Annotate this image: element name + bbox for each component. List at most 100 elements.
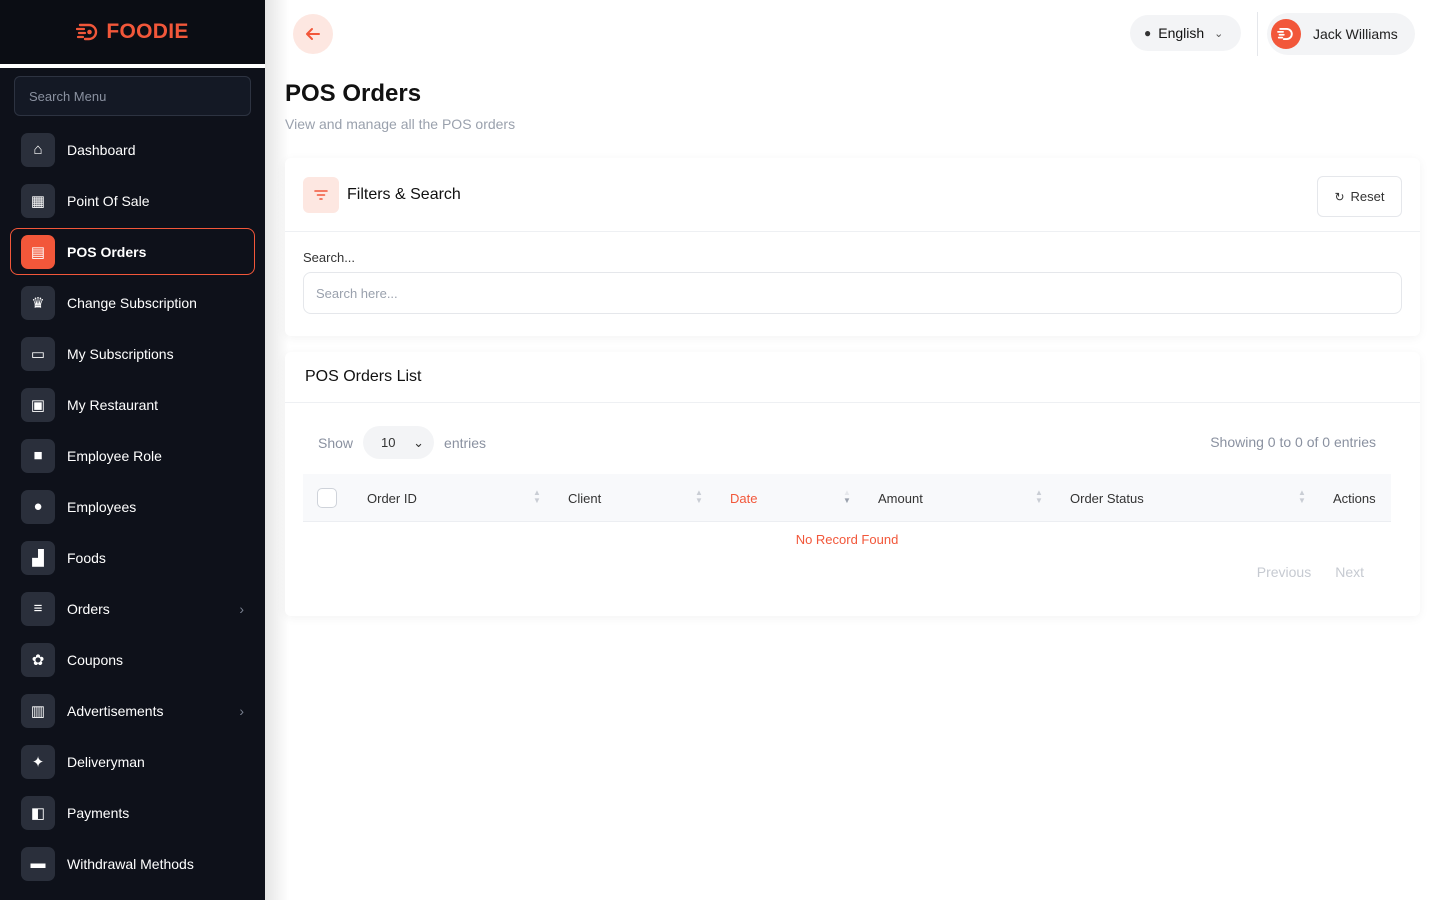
sidebar-item-label: Deliveryman bbox=[67, 753, 145, 770]
sidebar-item-label: Foods bbox=[67, 549, 106, 566]
card-icon: ▬ bbox=[21, 846, 55, 881]
filters-title: Filters & Search bbox=[347, 185, 461, 203]
column-label: Order Status bbox=[1070, 490, 1144, 506]
main-content: ● English ⌄ Jack Williams POS Orders Vie… bbox=[265, 0, 1440, 900]
sidebar-item-point-of-sale[interactable]: ▦ Point Of Sale bbox=[10, 177, 255, 224]
orders-list-card: POS Orders List Show 10 ⌄ entries Showin… bbox=[285, 352, 1420, 616]
table-header: Order ID ▲ ▼ Client ▲ ▼ Date ▲ ▼ Amount ▲ ▼ … bbox=[303, 474, 1391, 522]
user-menu[interactable]: Jack Williams bbox=[1267, 13, 1415, 55]
avatar bbox=[1271, 19, 1301, 49]
next-button[interactable]: Next bbox=[1335, 564, 1364, 580]
column-label: Actions bbox=[1333, 490, 1376, 506]
foodie-logo-icon bbox=[76, 23, 98, 41]
reset-label: Reset bbox=[1350, 189, 1385, 204]
filter-lines-icon bbox=[314, 189, 328, 200]
entries-value: 10 bbox=[381, 435, 396, 450]
show-label: Show bbox=[318, 434, 354, 451]
sidebar-item-label: POS Orders bbox=[67, 243, 147, 260]
calculator-icon: ▦ bbox=[21, 183, 55, 218]
column-actions: Actions bbox=[1333, 474, 1376, 522]
back-button[interactable] bbox=[293, 14, 333, 54]
column-order-status[interactable]: Order Status bbox=[1070, 474, 1144, 522]
sidebar-item-label: Dashboard bbox=[67, 141, 136, 158]
search-input[interactable] bbox=[303, 272, 1402, 314]
sidebar-item-payments[interactable]: ◧ Payments bbox=[10, 789, 255, 836]
column-label: Client bbox=[568, 490, 602, 506]
column-client[interactable]: Client bbox=[568, 474, 601, 522]
column-order-id[interactable]: Order ID bbox=[367, 474, 417, 522]
sidebar-item-dashboard[interactable]: ⌂ Dashboard bbox=[10, 126, 255, 173]
brand-logo[interactable]: FOODIE bbox=[0, 0, 265, 64]
sidebar-item-change-subscription[interactable]: ♛ Change Subscription bbox=[10, 279, 255, 326]
sort-icon: ▲ ▼ bbox=[695, 488, 703, 505]
user-icon: ● bbox=[21, 489, 55, 524]
pagination: Previous Next bbox=[1257, 564, 1364, 580]
sidebar-item-advertisements[interactable]: ▥ Advertisements › bbox=[10, 687, 255, 734]
chevron-right-icon: › bbox=[239, 600, 244, 617]
globe-icon: ● bbox=[1144, 26, 1152, 40]
language-selector[interactable]: ● English ⌄ bbox=[1130, 15, 1241, 51]
sidebar-item-label: Payments bbox=[67, 804, 130, 821]
sidebar-item-label: Employees bbox=[67, 498, 137, 515]
sidebar-item-orders[interactable]: ≡ Orders › bbox=[10, 585, 255, 632]
empty-state-message: No Record Found bbox=[795, 532, 899, 547]
sidebar-item-deliveryman[interactable]: ✦ Deliveryman bbox=[10, 738, 255, 785]
column-amount[interactable]: Amount bbox=[878, 474, 923, 522]
store-icon: ▣ bbox=[21, 387, 55, 422]
refresh-icon: ↻ bbox=[1334, 189, 1345, 204]
sidebar-item-label: Orders bbox=[67, 600, 110, 617]
badge-icon: ✿ bbox=[21, 642, 55, 677]
sidebar-item-withdrawal-methods[interactable]: ▬ Withdrawal Methods bbox=[10, 840, 255, 887]
previous-button[interactable]: Previous bbox=[1257, 564, 1311, 580]
divider bbox=[0, 64, 265, 68]
filters-card: Filters & Search ↻ Reset Search... bbox=[285, 158, 1420, 336]
lock-icon: ■ bbox=[21, 438, 55, 473]
chevron-right-icon: › bbox=[239, 702, 244, 719]
crown-icon: ♛ bbox=[21, 285, 55, 320]
monitor-icon: ▭ bbox=[21, 336, 55, 371]
chevron-down-icon: ⌄ bbox=[413, 434, 425, 450]
arrow-left-icon bbox=[306, 28, 320, 40]
sidebar: FOODIE Search Menu ⌂ Dashboard ▦ Point O… bbox=[0, 0, 265, 900]
wallet-icon: ◧ bbox=[21, 795, 55, 830]
home-icon: ⌂ bbox=[21, 132, 55, 167]
sidebar-item-label: Withdrawal Methods bbox=[67, 855, 194, 872]
user-name: Jack Williams bbox=[1313, 26, 1398, 42]
ad-icon: ▥ bbox=[21, 693, 55, 728]
sidebar-item-employee-role[interactable]: ■ Employee Role bbox=[10, 432, 255, 479]
column-date[interactable]: Date bbox=[730, 474, 757, 522]
sidebar-item-label: Employee Role bbox=[67, 447, 162, 464]
foodie-logo-icon bbox=[1277, 27, 1293, 41]
sidebar-item-label: Change Subscription bbox=[67, 294, 197, 311]
receipt-icon: ▤ bbox=[21, 234, 55, 269]
sidebar-item-my-restaurant[interactable]: ▣ My Restaurant bbox=[10, 381, 255, 428]
sidebar-item-coupons[interactable]: ✿ Coupons bbox=[10, 636, 255, 683]
food-icon: ▟ bbox=[21, 540, 55, 575]
filters-header: Filters & Search ↻ Reset bbox=[285, 158, 1420, 232]
sidebar-item-employees[interactable]: ● Employees bbox=[10, 483, 255, 530]
sidebar-search-placeholder: Search Menu bbox=[29, 88, 107, 104]
search-label: Search... bbox=[303, 250, 356, 265]
sidebar-item-my-subscriptions[interactable]: ▭ My Subscriptions bbox=[10, 330, 255, 377]
sidebar-item-label: Point Of Sale bbox=[67, 192, 150, 209]
sidebar-item-foods[interactable]: ▟ Foods bbox=[10, 534, 255, 581]
sidebar-search-input[interactable]: Search Menu bbox=[14, 76, 251, 116]
divider bbox=[1257, 12, 1258, 56]
runner-icon: ✦ bbox=[21, 744, 55, 779]
column-label: Amount bbox=[878, 490, 923, 506]
chevron-down-icon: ⌄ bbox=[1214, 27, 1224, 40]
sidebar-nav: ⌂ Dashboard ▦ Point Of Sale ▤ POS Orders… bbox=[0, 126, 265, 887]
language-label: English bbox=[1158, 25, 1205, 41]
sidebar-item-label: Coupons bbox=[67, 651, 124, 668]
column-label: Date bbox=[730, 490, 758, 506]
entries-label: entries bbox=[444, 434, 487, 451]
select-all-checkbox[interactable] bbox=[317, 488, 337, 508]
entries-select[interactable]: 10 ⌄ bbox=[363, 426, 435, 459]
sidebar-item-pos-orders[interactable]: ▤ POS Orders bbox=[10, 228, 255, 275]
list-title: POS Orders List bbox=[285, 352, 1420, 403]
list-icon: ≡ bbox=[21, 591, 55, 626]
column-label: Order ID bbox=[367, 490, 417, 506]
filter-icon bbox=[303, 176, 339, 213]
reset-button[interactable]: ↻ Reset bbox=[1317, 176, 1402, 217]
showing-info: Showing 0 to 0 of 0 entries bbox=[1210, 434, 1376, 450]
